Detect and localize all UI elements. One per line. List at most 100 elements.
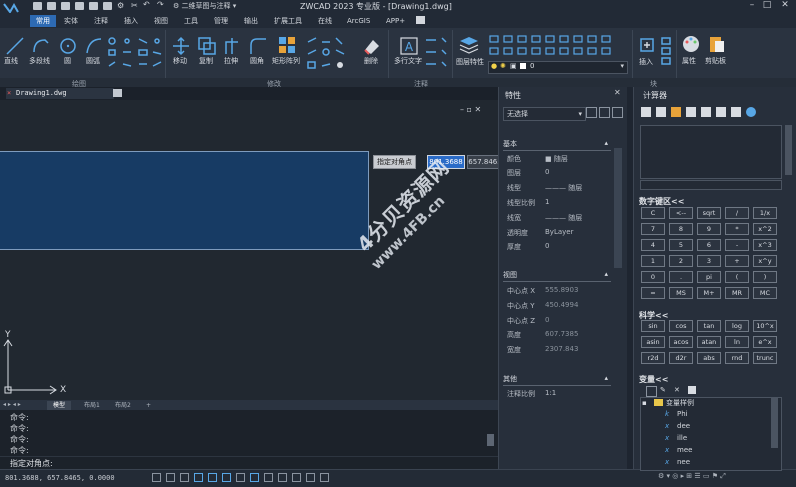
transparency-toggle-icon[interactable] [264, 473, 273, 482]
numpad-key[interactable]: 1/x [753, 207, 777, 219]
circle-button[interactable]: 圆 [64, 56, 71, 66]
selection-dropdown[interactable]: 无选择 ▾ [503, 107, 586, 121]
variable-item[interactable]: ille [677, 434, 687, 442]
scientific-key[interactable]: sin [641, 320, 665, 332]
tab-online[interactable]: 在线 [312, 15, 338, 27]
scientific-key[interactable]: r2d [641, 352, 665, 364]
save-icon[interactable] [61, 2, 70, 10]
dynamic-input-toggle-icon[interactable] [250, 473, 259, 482]
copy-icon[interactable] [197, 36, 217, 56]
eraser-icon[interactable] [361, 36, 381, 56]
prop-value[interactable]: 1 [545, 198, 549, 206]
numpad-key[interactable]: MR [725, 287, 749, 299]
maximize-button[interactable]: □ [760, 0, 774, 11]
trim-icon[interactable]: ✂ [131, 1, 138, 10]
numpad-key[interactable]: <-- [669, 207, 693, 219]
arc-icon[interactable] [84, 36, 104, 56]
open-file-icon[interactable] [47, 2, 56, 10]
rect-array-icon[interactable] [277, 35, 297, 55]
scientific-key[interactable]: 10^x [753, 320, 777, 332]
prop-value[interactable]: ■ 随层 [545, 154, 568, 164]
distance-icon[interactable] [686, 107, 696, 117]
model-space-icon[interactable] [292, 473, 301, 482]
rect-array-button[interactable]: 矩形阵列 [272, 56, 300, 66]
clipboard-button[interactable]: 剪贴板 [705, 56, 726, 66]
numpad-key[interactable]: * [725, 223, 749, 235]
numpad-key[interactable]: = [641, 287, 665, 299]
variable-item[interactable]: mee [677, 446, 692, 454]
scientific-key[interactable]: tan [697, 320, 721, 332]
properties-button[interactable]: 属性 [682, 56, 696, 66]
tab-extend-tools[interactable]: 扩展工具 [268, 15, 308, 27]
variable-scrollbar[interactable] [771, 398, 778, 448]
collapse-icon[interactable]: ▪ [642, 399, 647, 407]
section-basic[interactable]: 基本 ▴ [503, 139, 611, 151]
numpad-key[interactable]: + [725, 255, 749, 267]
stretch-icon[interactable] [222, 36, 242, 56]
scientific-key[interactable]: acos [669, 336, 693, 348]
numpad-key[interactable]: M+ [697, 287, 721, 299]
new-file-icon[interactable] [33, 2, 42, 10]
lineweight-toggle-icon[interactable] [236, 473, 245, 482]
tab-insert[interactable]: 插入 [118, 15, 144, 27]
intersection-icon[interactable] [716, 107, 726, 117]
numpad-key[interactable]: x^2 [753, 223, 777, 235]
variable-item[interactable]: nee [677, 458, 690, 466]
polar-toggle-icon[interactable] [194, 473, 203, 482]
save-as-icon[interactable] [75, 2, 84, 10]
osnap-toggle-icon[interactable] [208, 473, 217, 482]
numpad-section-title[interactable]: 数字键区<< [639, 196, 684, 207]
scientific-key[interactable]: ln [725, 336, 749, 348]
numpad-key[interactable]: 3 [697, 255, 721, 267]
line-button[interactable]: 直线 [4, 56, 18, 66]
new-variable-icon[interactable] [646, 386, 657, 397]
prop-value[interactable]: ——— 随层 [545, 183, 582, 193]
numpad-key[interactable]: ) [753, 271, 777, 283]
grid-toggle-icon[interactable] [166, 473, 175, 482]
minimize-button[interactable]: – [745, 0, 759, 11]
numpad-key[interactable]: 6 [697, 239, 721, 251]
annotation-small-tools[interactable] [424, 36, 448, 72]
delete-variable-icon[interactable]: ✕ [674, 386, 680, 394]
close-tab-icon[interactable]: × [7, 88, 11, 99]
insert-block-icon[interactable] [638, 36, 656, 56]
close-panel-icon[interactable]: ✕ [614, 88, 621, 97]
polyline-icon[interactable] [31, 36, 51, 56]
numpad-key[interactable]: 7 [641, 223, 665, 235]
annotation-scale-icon[interactable] [306, 473, 315, 482]
tab-manage[interactable]: 管理 [208, 15, 234, 27]
status-tray-icons[interactable]: ⚙ ▾ ◎ ▸ ⊞ ☰ ▭ ⚑ ⤢ [658, 472, 726, 481]
tab-tools[interactable]: 工具 [178, 15, 204, 27]
undo-icon[interactable]: ↶ [143, 0, 150, 9]
fillet-button[interactable]: 圆角 [250, 56, 264, 66]
tab-layout2[interactable]: 布局2 [109, 401, 137, 410]
numpad-key[interactable]: x^y [753, 255, 777, 267]
numpad-key[interactable]: / [725, 207, 749, 219]
new-tab-icon[interactable] [113, 89, 122, 97]
numpad-key[interactable]: 2 [669, 255, 693, 267]
document-tab[interactable]: × Drawing1.dwg [6, 88, 114, 99]
stretch-button[interactable]: 拉伸 [224, 56, 238, 66]
tab-view[interactable]: 视图 [148, 15, 174, 27]
variable-folder-label[interactable]: 变量样例 [666, 398, 694, 408]
fillet-icon[interactable] [248, 36, 268, 56]
close-button[interactable]: ✕ [778, 0, 792, 11]
palette-icon[interactable] [681, 34, 701, 54]
layout-nav-arrows[interactable]: ◂ ▸ ◂ ▸ [3, 401, 21, 408]
numpad-key[interactable]: 5 [669, 239, 693, 251]
numpad-key[interactable]: 8 [669, 223, 693, 235]
draw-small-tools[interactable] [107, 36, 163, 74]
preview-icon[interactable] [103, 2, 112, 10]
angle-icon[interactable] [701, 107, 711, 117]
calculator-input[interactable] [640, 180, 782, 190]
scientific-key[interactable]: log [725, 320, 749, 332]
layer-properties-icon[interactable] [458, 35, 480, 55]
tab-layout1[interactable]: 布局1 [78, 401, 106, 410]
select-objects-icon[interactable] [599, 107, 610, 118]
layer-dropdown[interactable]: ● ✺ ▣ 0 ▾ [488, 61, 628, 74]
variable-item[interactable]: dee [677, 422, 690, 430]
clear-icon[interactable] [641, 107, 651, 117]
scientific-key[interactable]: atan [697, 336, 721, 348]
move-button[interactable]: 移动 [173, 56, 187, 66]
ortho-toggle-icon[interactable] [180, 473, 189, 482]
